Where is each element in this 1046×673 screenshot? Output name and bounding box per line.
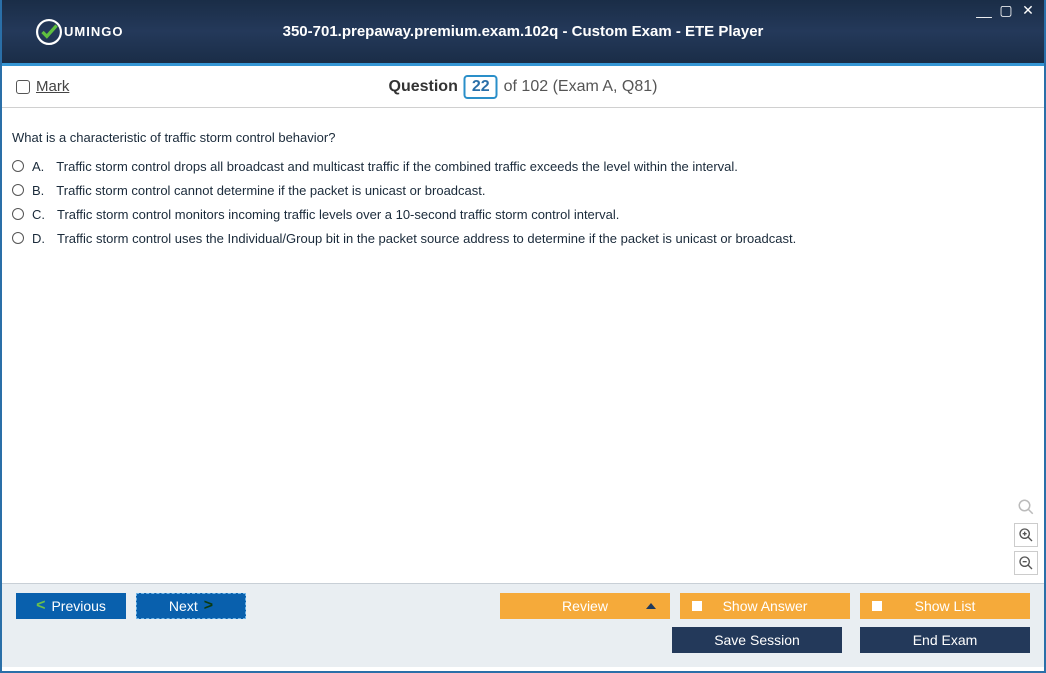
- save-session-button[interactable]: Save Session: [672, 627, 842, 653]
- bottom-toolbar: < Previous Next > Review Show Answer Sho…: [2, 583, 1044, 627]
- window-title: 350-701.prepaway.premium.exam.102q - Cus…: [283, 23, 764, 40]
- show-answer-button[interactable]: Show Answer: [680, 593, 850, 619]
- radio-icon[interactable]: [12, 184, 24, 196]
- chevron-left-icon: <: [36, 597, 45, 615]
- option-letter: B.: [32, 183, 44, 200]
- question-number: 22: [464, 75, 498, 99]
- question-header: Mark Question 22 of 102 (Exam A, Q81): [2, 66, 1044, 108]
- option-text: Traffic storm control monitors incoming …: [57, 207, 619, 224]
- radio-icon[interactable]: [12, 232, 24, 244]
- show-answer-label: Show Answer: [723, 598, 808, 614]
- review-label: Review: [562, 598, 608, 614]
- option-letter: C.: [32, 207, 45, 224]
- radio-icon[interactable]: [12, 160, 24, 172]
- show-list-label: Show List: [915, 598, 976, 614]
- radio-icon[interactable]: [12, 208, 24, 220]
- mark-label: Mark: [36, 78, 69, 95]
- option-text: Traffic storm control uses the Individua…: [57, 231, 796, 248]
- option-letter: D.: [32, 231, 45, 248]
- review-button[interactable]: Review: [500, 593, 670, 619]
- previous-button[interactable]: < Previous: [16, 593, 126, 619]
- brand-logo: UMINGO: [36, 19, 123, 45]
- next-label: Next: [169, 598, 198, 614]
- window-controls: __ ▢ ✕: [976, 4, 1036, 18]
- option-b[interactable]: B. Traffic storm control cannot determin…: [12, 183, 1034, 200]
- chevron-right-icon: >: [204, 597, 213, 615]
- triangle-up-icon: [646, 603, 656, 609]
- minimize-icon[interactable]: __: [976, 4, 992, 18]
- brand-text: UMINGO: [64, 24, 123, 39]
- search-icon[interactable]: [1014, 495, 1038, 519]
- zoom-tools: [1014, 495, 1038, 575]
- show-list-button[interactable]: Show List: [860, 593, 1030, 619]
- option-d[interactable]: D. Traffic storm control uses the Indivi…: [12, 231, 1034, 248]
- title-bar: UMINGO 350-701.prepaway.premium.exam.102…: [2, 0, 1044, 66]
- option-letter: A.: [32, 159, 44, 176]
- checkmark-icon: [36, 19, 62, 45]
- bottom-toolbar-2: Save Session End Exam: [2, 627, 1044, 667]
- question-prompt: What is a characteristic of traffic stor…: [12, 130, 1034, 145]
- maximize-icon[interactable]: ▢: [998, 4, 1014, 18]
- previous-label: Previous: [51, 598, 105, 614]
- option-text: Traffic storm control cannot determine i…: [56, 183, 485, 200]
- zoom-out-icon[interactable]: [1014, 551, 1038, 575]
- question-indicator: Question 22 of 102 (Exam A, Q81): [389, 75, 658, 99]
- zoom-in-icon[interactable]: [1014, 523, 1038, 547]
- save-session-label: Save Session: [714, 632, 800, 648]
- next-button[interactable]: Next >: [136, 593, 246, 619]
- question-content: What is a characteristic of traffic stor…: [2, 108, 1044, 583]
- mark-checkbox-group[interactable]: Mark: [16, 78, 69, 95]
- question-word: Question: [389, 78, 458, 96]
- square-icon: [872, 601, 882, 611]
- end-exam-button[interactable]: End Exam: [860, 627, 1030, 653]
- question-of-text: of 102 (Exam A, Q81): [504, 78, 658, 96]
- end-exam-label: End Exam: [913, 632, 978, 648]
- option-a[interactable]: A. Traffic storm control drops all broad…: [12, 159, 1034, 176]
- mark-checkbox[interactable]: [16, 80, 30, 94]
- close-icon[interactable]: ✕: [1020, 4, 1036, 18]
- square-icon: [692, 601, 702, 611]
- option-c[interactable]: C. Traffic storm control monitors incomi…: [12, 207, 1034, 224]
- option-text: Traffic storm control drops all broadcas…: [56, 159, 738, 176]
